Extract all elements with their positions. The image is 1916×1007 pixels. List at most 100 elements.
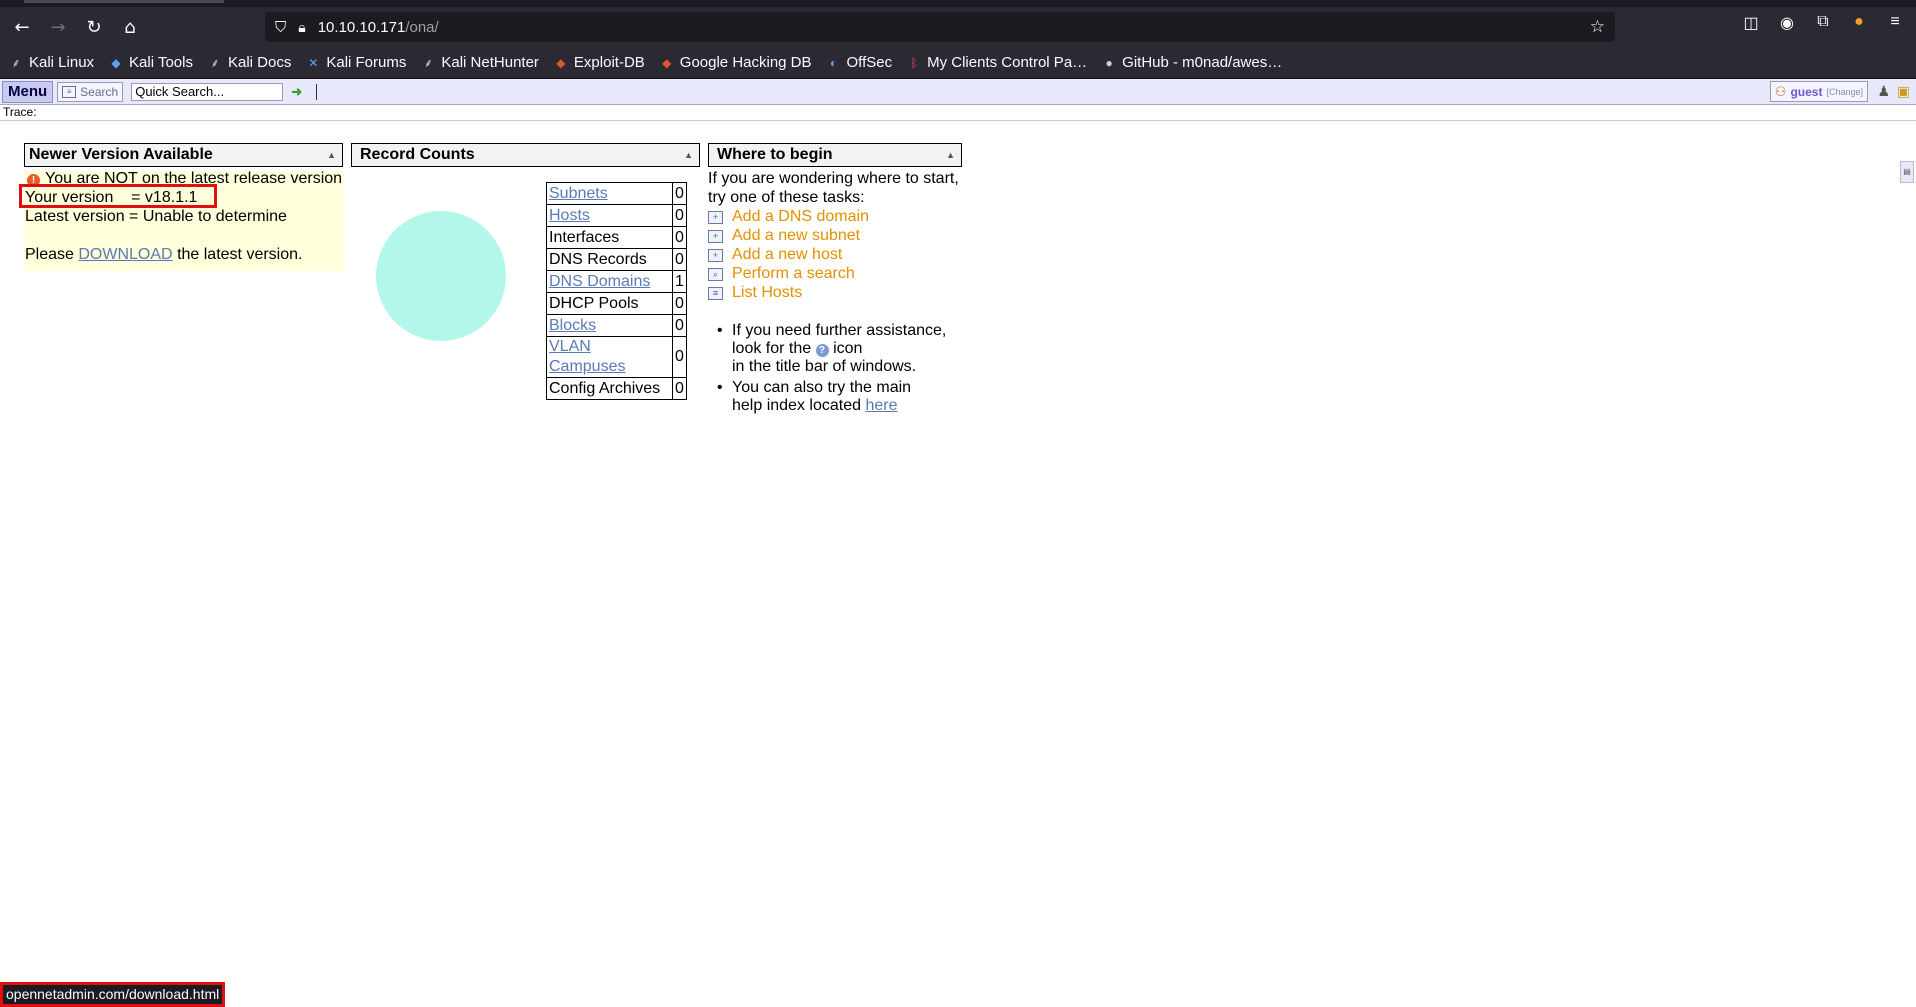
task-add-subnet[interactable]: + Add a new subnet — [708, 227, 860, 245]
dns-domains-link[interactable]: DNS Domains — [549, 273, 650, 290]
app-menu-icon[interactable]: ≡ — [1884, 13, 1906, 33]
table-row: Blocks 0 — [546, 314, 687, 337]
download-prefix: Please — [25, 246, 74, 263]
collapse-icon[interactable]: ▲ — [327, 144, 336, 166]
task-list-hosts[interactable]: ≡ List Hosts — [708, 284, 802, 302]
divider — [316, 83, 318, 100]
link-status-bar: opennetadmin.com/download.html — [0, 982, 226, 1007]
user-box[interactable]: ⚇ guest [Change] — [1769, 81, 1868, 102]
counts-panel-heading: Record Counts — [360, 146, 475, 163]
back-icon[interactable]: ← — [8, 13, 36, 41]
count-value: 0 — [672, 336, 687, 378]
change-user-link[interactable]: [Change] — [1826, 87, 1863, 97]
menu-button[interactable]: Menu — [2, 80, 54, 103]
side-panel-toggle[interactable]: ▤ — [1900, 161, 1914, 183]
bookmark-kali-linux[interactable]: ⸙ Kali Linux — [8, 54, 94, 71]
bookmark-kali-tools[interactable]: ◆ Kali Tools — [108, 54, 193, 71]
download-link[interactable]: DOWNLOAD — [78, 246, 172, 263]
table-row: Config Archives 0 — [546, 377, 687, 400]
active-tab-indicator — [24, 0, 224, 3]
search-form-icon: ≡ — [62, 85, 77, 98]
account-icon[interactable]: ◉ — [1776, 13, 1798, 33]
task-label: Add a new host — [732, 246, 843, 263]
search-doc-icon: ⌕ — [708, 267, 723, 281]
reload-icon[interactable]: ↻ — [80, 13, 108, 41]
count-value: 0 — [672, 377, 687, 400]
forward-icon[interactable]: → — [44, 13, 72, 41]
firefox-icon[interactable]: ● — [1848, 13, 1870, 33]
dhcp-pools-label: DHCP Pools — [546, 292, 673, 315]
table-row: Subnets 0 — [546, 182, 687, 205]
task-perform-search[interactable]: ⌕ Perform a search — [708, 265, 855, 283]
user-name: guest — [1790, 84, 1823, 99]
count-value: 0 — [672, 204, 687, 227]
browser-navbar: ← → ↻ ⌂ ⛉ 🔒︎ 10.10.10.171/ona/ ☆ ◫ ◉ ⧉ ●… — [0, 7, 1916, 47]
exploit-db-icon: ◆ — [662, 55, 672, 70]
extensions-icon[interactable]: ⧉ — [1812, 13, 1834, 33]
home-icon[interactable]: ⌂ — [116, 13, 144, 41]
version-panel-title[interactable]: Newer Version Available ▲ — [24, 143, 343, 167]
kali-tools-icon: ◆ — [111, 55, 121, 70]
task-add-host[interactable]: + Add a new host — [708, 246, 842, 264]
begin-panel-heading: Where to begin — [717, 146, 833, 163]
help-icon: ? — [815, 344, 829, 357]
bookmark-my-clients[interactable]: ᛒ My Clients Control Pa… — [906, 54, 1088, 71]
shield-icon[interactable]: ⛉ — [275, 19, 286, 36]
address-bar[interactable]: ⛉ 🔒︎ 10.10.10.171/ona/ ☆ — [265, 12, 1615, 42]
help-bullet-2: You can also try the main help index loc… — [717, 379, 911, 415]
interfaces-label: Interfaces — [546, 226, 673, 249]
go-arrow-icon[interactable]: ➜ — [291, 84, 302, 100]
count-value: 0 — [672, 314, 687, 337]
bookmark-kali-docs[interactable]: ⸙ Kali Docs — [207, 54, 291, 71]
count-value: 0 — [672, 248, 687, 271]
kali-dragon-icon: ⸙ — [11, 56, 21, 70]
insecure-lock-icon[interactable]: 🔒︎ — [298, 19, 305, 36]
collapse-icon[interactable]: ▲ — [946, 144, 955, 166]
table-row: Hosts 0 — [546, 204, 687, 227]
begin-intro-1: If you are wondering where to start, — [708, 170, 959, 187]
task-label: List Hosts — [732, 284, 803, 301]
counts-panel-title[interactable]: Record Counts ▲ — [351, 143, 700, 167]
latest-version: Latest version = Unable to determine — [25, 208, 287, 225]
subnets-link[interactable]: Subnets — [549, 185, 608, 202]
help-index-link[interactable]: here — [865, 397, 897, 414]
blocks-link[interactable]: Blocks — [549, 317, 596, 334]
github-icon: ● — [1105, 55, 1113, 70]
quick-search-input[interactable] — [131, 82, 284, 101]
bookmark-kali-nethunter[interactable]: ⸙ Kali NetHunter — [420, 54, 539, 71]
task-label: Add a new subnet — [732, 227, 861, 244]
logout-icon[interactable]: ▣ — [1897, 83, 1910, 100]
collapse-icon[interactable]: ▲ — [684, 144, 693, 166]
begin-intro-2: try one of these tasks: — [708, 189, 865, 206]
browser-tab-strip — [0, 0, 1916, 7]
url-path: /ona/ — [405, 18, 439, 36]
kali-forums-icon: ✕ — [308, 55, 319, 70]
bookmark-github[interactable]: ● GitHub - m0nad/awes… — [1101, 54, 1283, 71]
search-button[interactable]: ≡ Search — [57, 81, 124, 102]
add-doc-icon: + — [708, 210, 723, 224]
vlan-campuses-link[interactable]: VLAN Campuses — [549, 338, 625, 375]
table-row: VLAN Campuses 0 — [546, 336, 687, 378]
bookmark-google-hacking-db[interactable]: ◆ Google Hacking DB — [659, 54, 811, 71]
bookmark-star-icon[interactable]: ☆ — [1590, 17, 1605, 37]
exploit-db-icon: ◆ — [556, 55, 566, 70]
task-add-dns-domain[interactable]: + Add a DNS domain — [708, 208, 869, 226]
bookmark-exploit-db[interactable]: ◆ Exploit-DB — [553, 54, 644, 71]
offsec-icon: ◐ — [829, 55, 838, 70]
hosts-link[interactable]: Hosts — [549, 207, 590, 224]
pocket-icon[interactable]: ◫ — [1740, 13, 1762, 33]
begin-panel-title[interactable]: Where to begin ▲ — [708, 143, 962, 167]
record-counts-table: Subnets 0 Hosts 0 Interfaces 0 DNS Records 0… — [546, 182, 687, 400]
clients-icon: ᛒ — [910, 55, 918, 70]
admin-icon[interactable]: ♟ — [1877, 83, 1890, 100]
bookmark-offsec[interactable]: ◐ OffSec — [826, 54, 892, 71]
table-row: DHCP Pools 0 — [546, 292, 687, 315]
count-value: 1 — [672, 270, 687, 293]
url-host: 10.10.10.171 — [317, 18, 406, 36]
help2-line2: help index located — [732, 397, 861, 414]
trace-bar: Trace: — [0, 105, 1916, 121]
bookmark-kali-forums[interactable]: ✕ Kali Forums — [305, 54, 406, 71]
url-text[interactable]: 10.10.10.171/ona/ — [318, 19, 439, 36]
version-highlight-box — [19, 184, 217, 208]
main-content: Newer Version Available ▲ ! You are NOT o… — [0, 121, 1916, 821]
